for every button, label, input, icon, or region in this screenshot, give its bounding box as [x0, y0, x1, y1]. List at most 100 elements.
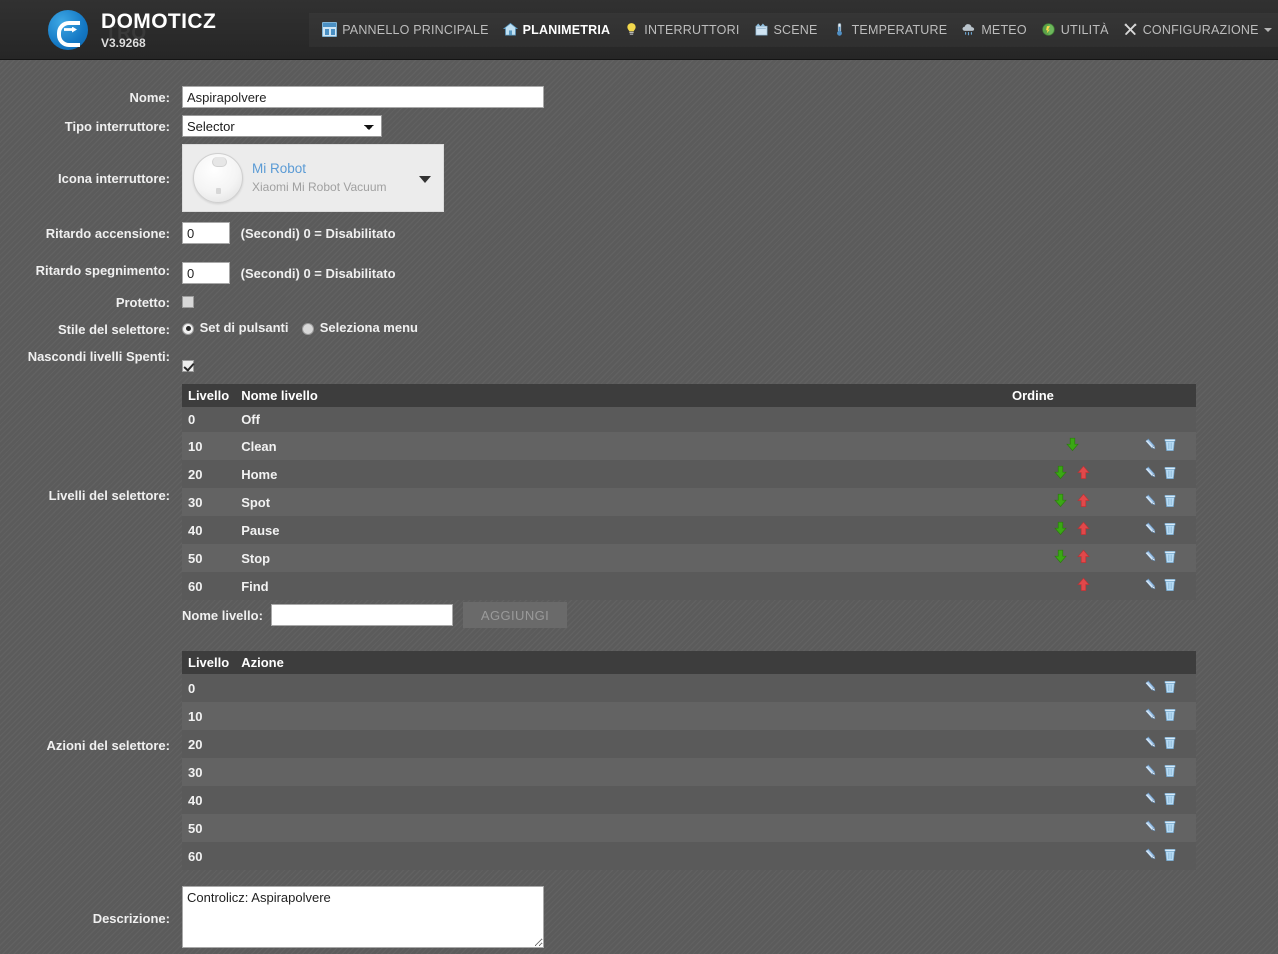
delete-icon[interactable]	[1163, 549, 1177, 564]
selector-style-radio-menu[interactable]	[302, 322, 315, 335]
row-actions-cell	[1138, 758, 1196, 786]
levels-col-name: Nome livello	[235, 384, 1006, 407]
nav-item-floorplan[interactable]: PLANIMETRIA	[496, 13, 618, 47]
move-down-icon[interactable]	[1053, 521, 1068, 536]
edit-icon[interactable]	[1144, 791, 1158, 806]
table-row: 0	[182, 674, 1196, 702]
move-up-icon[interactable]	[1076, 493, 1091, 508]
delete-icon[interactable]	[1163, 521, 1177, 536]
order-cell	[1006, 407, 1138, 432]
protected-checkbox[interactable]	[182, 295, 194, 308]
nav-item-utility[interactable]: UTILITÀ	[1034, 13, 1116, 47]
delete-icon[interactable]	[1163, 847, 1177, 862]
row-selector-style: Stile del selettore: Set di pulsanti Sel…	[0, 318, 1278, 338]
delay-on-input[interactable]	[182, 222, 230, 244]
edit-icon[interactable]	[1144, 819, 1158, 834]
row-actions-cell	[1138, 730, 1196, 758]
nav-item-configuration[interactable]: CONFIGURAZIONE	[1116, 13, 1278, 47]
label-delay-on: Ritardo accensione:	[45, 226, 170, 241]
add-level-button[interactable]: AGGIUNGI	[462, 602, 568, 628]
move-up-icon[interactable]	[1076, 465, 1091, 480]
level-value: 20	[188, 466, 203, 482]
delete-icon[interactable]	[1163, 791, 1177, 806]
edit-icon[interactable]	[1144, 577, 1158, 592]
move-down-icon[interactable]	[1053, 493, 1068, 508]
edit-icon[interactable]	[1144, 521, 1158, 536]
add-level-row: Nome livello: AGGIUNGI	[182, 602, 1278, 628]
label-description: Descrizione:	[92, 911, 170, 926]
nav-item-switches[interactable]: INTERRUTTORI	[617, 13, 746, 47]
level-name-input[interactable]	[270, 604, 453, 626]
app-version: V3.9268	[101, 35, 146, 50]
row-actions-cell	[1138, 488, 1196, 516]
edit-icon[interactable]	[1144, 679, 1158, 694]
label-delay-off: Ritardo spegnimento:	[35, 263, 170, 278]
hide-off-levels-checkbox[interactable]	[182, 359, 194, 372]
move-up-icon[interactable]	[1076, 521, 1091, 536]
levels-table-header-row: Livello Nome livello Ordine	[182, 384, 1196, 407]
nav-item-dashboard[interactable]: PANNELLO PRINCIPALE	[315, 13, 495, 47]
action-value	[235, 702, 1138, 730]
nav-label-scenes: SCENE	[773, 22, 818, 37]
action-level-value: 30	[188, 764, 203, 780]
actions-table-body: 0 10 20 30 40 50 60	[182, 674, 1196, 870]
order-cell	[1006, 544, 1138, 572]
delete-icon[interactable]	[1163, 437, 1177, 452]
delete-icon[interactable]	[1163, 465, 1177, 480]
edit-icon[interactable]	[1144, 847, 1158, 862]
row-actions-cell	[1138, 702, 1196, 730]
nav-label-floorplan: PLANIMETRIA	[522, 22, 611, 37]
edit-icon[interactable]	[1144, 707, 1158, 722]
label-level-name: Nome livello:	[182, 607, 263, 623]
delete-icon[interactable]	[1163, 707, 1177, 722]
edit-icon[interactable]	[1144, 763, 1158, 778]
nav-item-temperature[interactable]: TEMPERATURE	[825, 13, 955, 47]
move-up-icon[interactable]	[1076, 577, 1091, 592]
label-protected: Protetto:	[115, 295, 170, 310]
name-input[interactable]	[182, 86, 544, 108]
levels-col-level: Livello	[182, 384, 236, 407]
nav-item-weather[interactable]: METEO	[954, 13, 1033, 47]
level-value: 40	[188, 522, 203, 538]
utility-icon	[1041, 22, 1056, 37]
action-value	[235, 730, 1138, 758]
delete-icon[interactable]	[1163, 763, 1177, 778]
delete-icon[interactable]	[1163, 735, 1177, 750]
edit-icon[interactable]	[1144, 437, 1158, 452]
domoticz-logo-icon	[48, 9, 88, 50]
delay-off-input[interactable]	[182, 262, 230, 284]
delete-icon[interactable]	[1163, 679, 1177, 694]
switch-icon-picker[interactable]: Mi Robot Xiaomi Mi Robot Vacuum	[182, 144, 444, 212]
description-textarea[interactable]: Controlicz: Aspirapolvere	[182, 886, 544, 948]
nav-label-dashboard: PANNELLO PRINCIPALE	[342, 22, 489, 37]
levels-table-body: 0 Off 10 Clean 20 Home 30 Spot 40 Pause 50 Stop 60 Fi…	[182, 407, 1196, 600]
table-row: 50 Stop	[182, 544, 1196, 572]
action-value	[235, 758, 1138, 786]
row-actions-cell	[1138, 432, 1196, 460]
brand[interactable]: TRO DOMOTICZ V3.9268	[48, 9, 216, 50]
action-value	[235, 786, 1138, 814]
action-level-value: 60	[188, 848, 203, 864]
nav-item-scenes[interactable]: SCENE	[747, 13, 825, 47]
edit-icon[interactable]	[1144, 493, 1158, 508]
edit-icon[interactable]	[1144, 549, 1158, 564]
move-down-icon[interactable]	[1065, 437, 1080, 452]
move-down-icon[interactable]	[1053, 465, 1068, 480]
delete-icon[interactable]	[1163, 577, 1177, 592]
edit-icon[interactable]	[1144, 735, 1158, 750]
selector-style-label-menu[interactable]: Seleziona menu	[320, 320, 418, 335]
row-actions-cell	[1138, 674, 1196, 702]
delete-icon[interactable]	[1163, 493, 1177, 508]
order-cell	[1006, 572, 1138, 600]
move-down-icon[interactable]	[1053, 549, 1068, 564]
delete-icon[interactable]	[1163, 819, 1177, 834]
switch-type-select[interactable]: Selector	[182, 115, 382, 137]
label-selector-levels: Livelli del selettore:	[48, 488, 170, 503]
selector-style-label-buttonset[interactable]: Set di pulsanti	[200, 320, 289, 335]
actions-col-action: Azione	[235, 651, 1138, 674]
edit-icon[interactable]	[1144, 465, 1158, 480]
table-row: 0 Off	[182, 407, 1196, 432]
move-up-icon[interactable]	[1076, 549, 1091, 564]
table-row: 50	[182, 814, 1196, 842]
selector-style-radio-buttonset[interactable]	[182, 322, 194, 335]
